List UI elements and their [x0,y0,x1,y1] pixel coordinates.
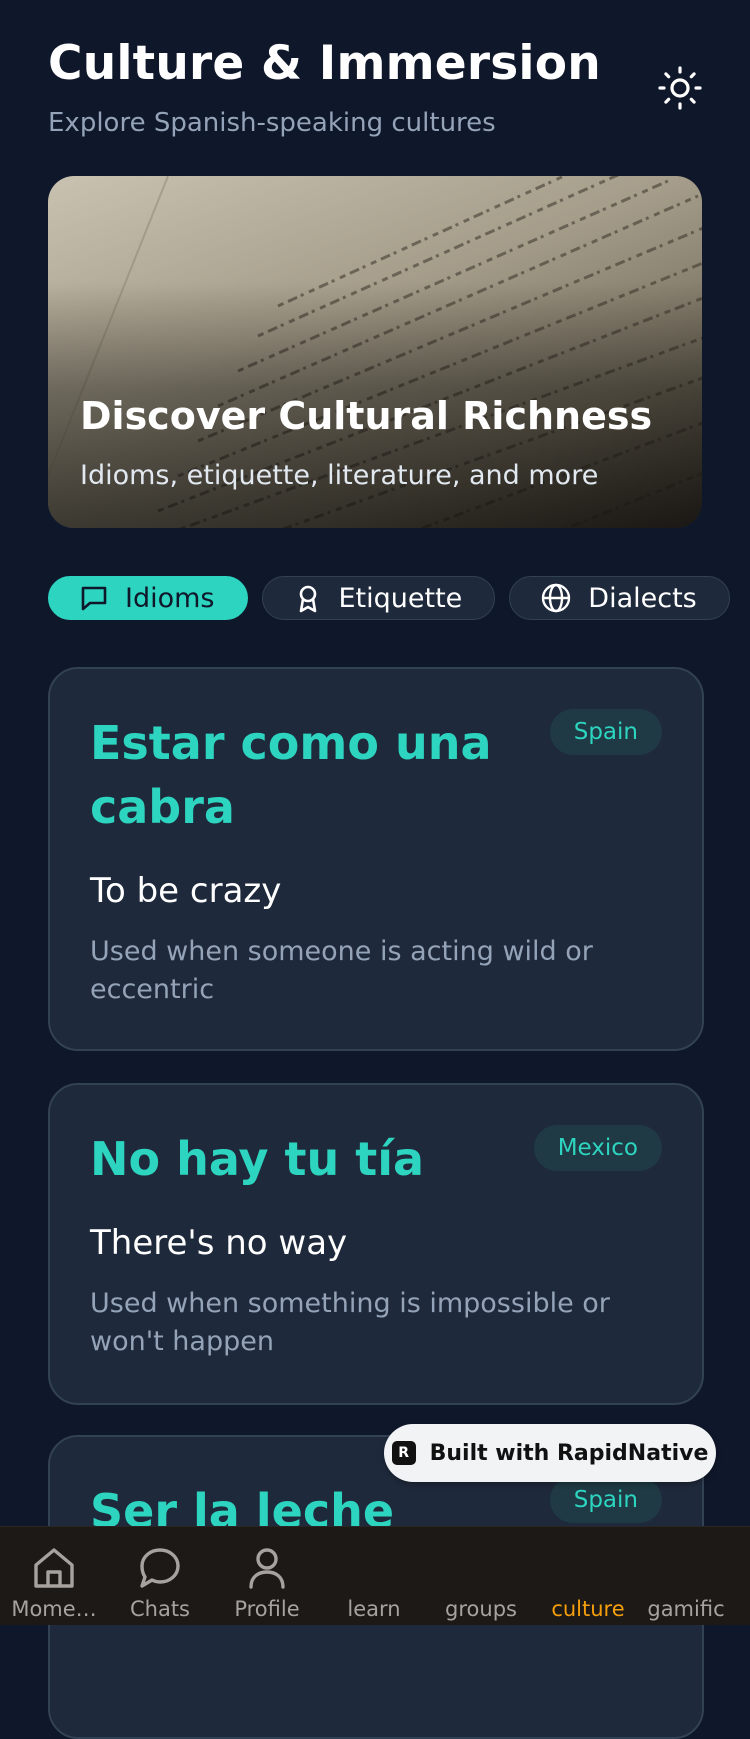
nav-item-culture[interactable]: culture [538,1527,638,1625]
nav-label: learn [347,1597,401,1621]
nav-label: gamific [647,1597,725,1621]
hero-subtitle: Idioms, etiquette, literature, and more [80,460,599,491]
hero-banner[interactable]: Discover Cultural Richness Idioms, etiqu… [48,176,702,528]
nav-item-profile[interactable]: Profile [217,1527,317,1625]
tab-idioms[interactable]: Idioms [48,576,248,620]
idiom-meaning: To be crazy [90,871,282,911]
nav-item-learn[interactable]: learn [324,1527,424,1625]
nav-item-groups[interactable]: groups [431,1527,531,1625]
chat-bubble-icon [140,1548,180,1588]
tab-etiquette[interactable]: Etiquette [261,576,496,620]
nav-item-gamification[interactable]: gamific [636,1527,736,1625]
region-badge: Spain [549,709,662,755]
built-with-label: Built with RapidNative [429,1440,709,1466]
nav-label: culture [551,1597,625,1621]
idiom-phrase: Estar como una cabra [90,716,492,834]
tab-dialects-label: Dialects [588,582,697,614]
sun-icon [658,66,702,110]
bottom-nav: Mome… Chats Profile learn groups culture… [0,1526,750,1625]
category-tabs: Idioms Etiquette Dialects [48,576,750,620]
chat-icon [81,586,107,611]
page-subtitle: Explore Spanish-speaking cultures [48,108,496,138]
page-title: Culture & Immersion [48,36,601,91]
user-icon [249,1548,285,1589]
nav-item-chats[interactable]: Chats [110,1527,210,1625]
idiom-card[interactable]: No hay tu tía Mexico There's no way Used… [48,1083,704,1405]
nav-label: Chats [129,1597,191,1621]
globe-icon [542,583,571,613]
region-badge: Spain [549,1477,662,1523]
idiom-usage: Used when something is impossible or won… [90,1288,610,1357]
nav-item-moments[interactable]: Mome… [4,1527,104,1625]
hero-title: Discover Cultural Richness [80,394,653,438]
rapidnative-logo-icon: R [391,1441,416,1465]
home-icon [34,1548,74,1588]
built-with-badge[interactable]: R Built with RapidNative [384,1424,716,1482]
region-badge: Mexico [533,1125,662,1171]
tab-dialects[interactable]: Dialects [509,576,730,620]
nav-label: Profile [234,1597,300,1621]
theme-toggle-button[interactable] [658,66,702,110]
tab-idioms-label: Idioms [125,582,215,614]
page-header: Culture & Immersion Explore Spanish-spea… [48,32,702,140]
idiom-usage: Used when someone is acting wild or ecce… [90,936,593,1005]
nav-label: groups [445,1597,517,1621]
award-icon [299,585,316,613]
idiom-meaning: There's no way [90,1223,348,1263]
idiom-phrase: No hay tu tía [90,1132,425,1186]
idiom-card[interactable]: Estar como una cabra Spain To be crazy U… [48,667,704,1051]
tab-etiquette-label: Etiquette [338,582,463,614]
nav-label: Mome… [11,1597,97,1621]
